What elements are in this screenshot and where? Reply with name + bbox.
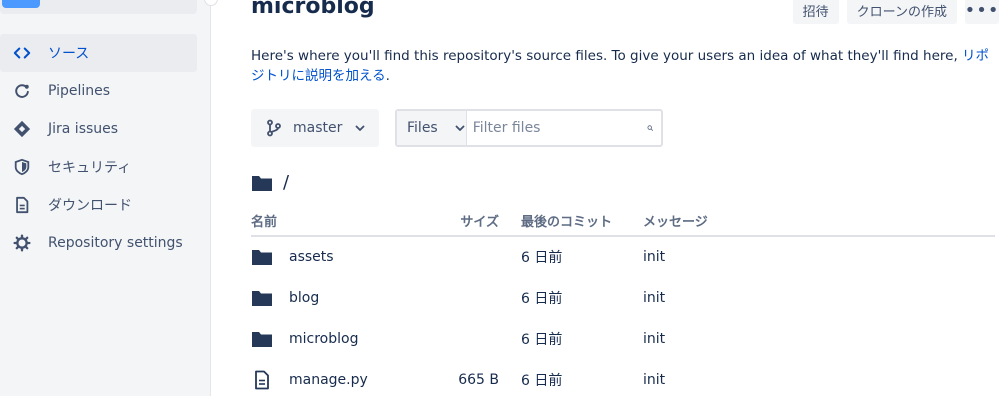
branch-name: master — [293, 120, 343, 136]
sidebar-item-source[interactable]: ソース — [0, 34, 197, 72]
commit-message[interactable]: init — [643, 236, 995, 277]
description-suffix: . — [385, 68, 390, 84]
sidebar-item-label: ソース — [48, 46, 90, 62]
folder-icon — [251, 288, 273, 308]
file-table: 名前 サイズ 最後のコミット メッセージ assets 6 日前 init bl… — [251, 205, 995, 396]
filter-type-label: Files — [407, 120, 438, 136]
filter-type-select[interactable]: Files — [397, 111, 467, 145]
sidebar-item-pipelines[interactable]: Pipelines — [0, 72, 197, 110]
table-row[interactable]: assets 6 日前 init — [251, 236, 995, 277]
sidebar-item-label: Jira issues — [48, 121, 119, 137]
file-name[interactable]: microblog — [289, 331, 358, 347]
sidebar: ソース Pipelines Jira issues セキュリティ ダウンロード — [0, 0, 218, 396]
file-name[interactable]: manage.py — [289, 372, 368, 388]
folder-icon — [251, 247, 273, 267]
document-icon — [12, 195, 32, 215]
more-icon: ••• — [964, 0, 999, 21]
main-content: microblog 招待 クローンの作成 ••• Here's where yo… — [211, 0, 999, 396]
filter-files-input[interactable] — [466, 111, 647, 145]
current-path[interactable]: / — [283, 172, 289, 193]
sidebar-item-label: セキュリティ — [48, 160, 132, 176]
file-size — [441, 277, 521, 318]
header-name[interactable]: 名前 — [251, 205, 441, 237]
file-name[interactable]: assets — [289, 249, 334, 265]
description-text: Here's where you'll find this repository… — [251, 48, 963, 64]
branch-selector[interactable]: master — [251, 109, 379, 147]
folder-icon — [252, 175, 272, 191]
sidebar-item-jira-issues[interactable]: Jira issues — [0, 110, 197, 148]
file-filter: Files — [395, 109, 663, 147]
table-row[interactable]: manage.py 665 B 6 日前 init — [251, 359, 995, 396]
shield-icon — [12, 157, 32, 177]
last-commit[interactable]: 6 日前 — [521, 236, 643, 277]
table-row[interactable]: blog 6 日前 init — [251, 277, 995, 318]
pipelines-icon — [12, 81, 32, 101]
sidebar-item-label: Repository settings — [48, 235, 183, 251]
last-commit[interactable]: 6 日前 — [521, 359, 643, 396]
folder-icon — [251, 329, 273, 349]
branch-icon — [267, 119, 281, 137]
sidebar-item-label: ダウンロード — [48, 198, 132, 214]
breadcrumb: / — [251, 172, 289, 193]
more-actions-button[interactable]: ••• — [965, 0, 999, 24]
invite-button[interactable]: 招待 — [792, 0, 839, 24]
sidebar-item-security[interactable]: セキュリティ — [0, 148, 197, 186]
file-size — [441, 236, 521, 277]
commit-message[interactable]: init — [643, 359, 995, 396]
repo-avatar[interactable] — [2, 0, 40, 8]
search-icon[interactable] — [647, 121, 653, 135]
sidebar-item-repository-settings[interactable]: Repository settings — [0, 224, 197, 262]
code-icon — [12, 43, 32, 63]
gear-icon — [12, 233, 32, 253]
table-row[interactable]: microblog 6 日前 init — [251, 318, 995, 359]
header-size[interactable]: サイズ — [441, 205, 521, 237]
last-commit[interactable]: 6 日前 — [521, 277, 643, 318]
header-last-commit[interactable]: 最後のコミット — [521, 205, 643, 237]
jira-icon — [12, 119, 32, 139]
sidebar-item-label: Pipelines — [48, 83, 111, 99]
chevron-down-icon — [455, 125, 465, 131]
page-title: microblog — [251, 0, 375, 19]
commit-message[interactable]: init — [643, 277, 995, 318]
chevron-down-icon — [355, 125, 365, 131]
file-name[interactable]: blog — [289, 290, 319, 306]
sidebar-item-downloads[interactable]: ダウンロード — [0, 186, 197, 224]
table-header-row: 名前 サイズ 最後のコミット メッセージ — [251, 205, 995, 237]
clone-button[interactable]: クローンの作成 — [846, 0, 957, 24]
file-size — [441, 318, 521, 359]
file-size: 665 B — [458, 371, 499, 388]
header-message[interactable]: メッセージ — [643, 205, 995, 237]
header-actions: 招待 クローンの作成 ••• — [792, 0, 999, 24]
repository-description: Here's where you'll find this repository… — [251, 46, 999, 86]
sidebar-nav: ソース Pipelines Jira issues セキュリティ ダウンロード — [0, 34, 197, 262]
commit-message[interactable]: init — [643, 318, 995, 359]
file-icon — [251, 370, 273, 390]
last-commit[interactable]: 6 日前 — [521, 318, 643, 359]
